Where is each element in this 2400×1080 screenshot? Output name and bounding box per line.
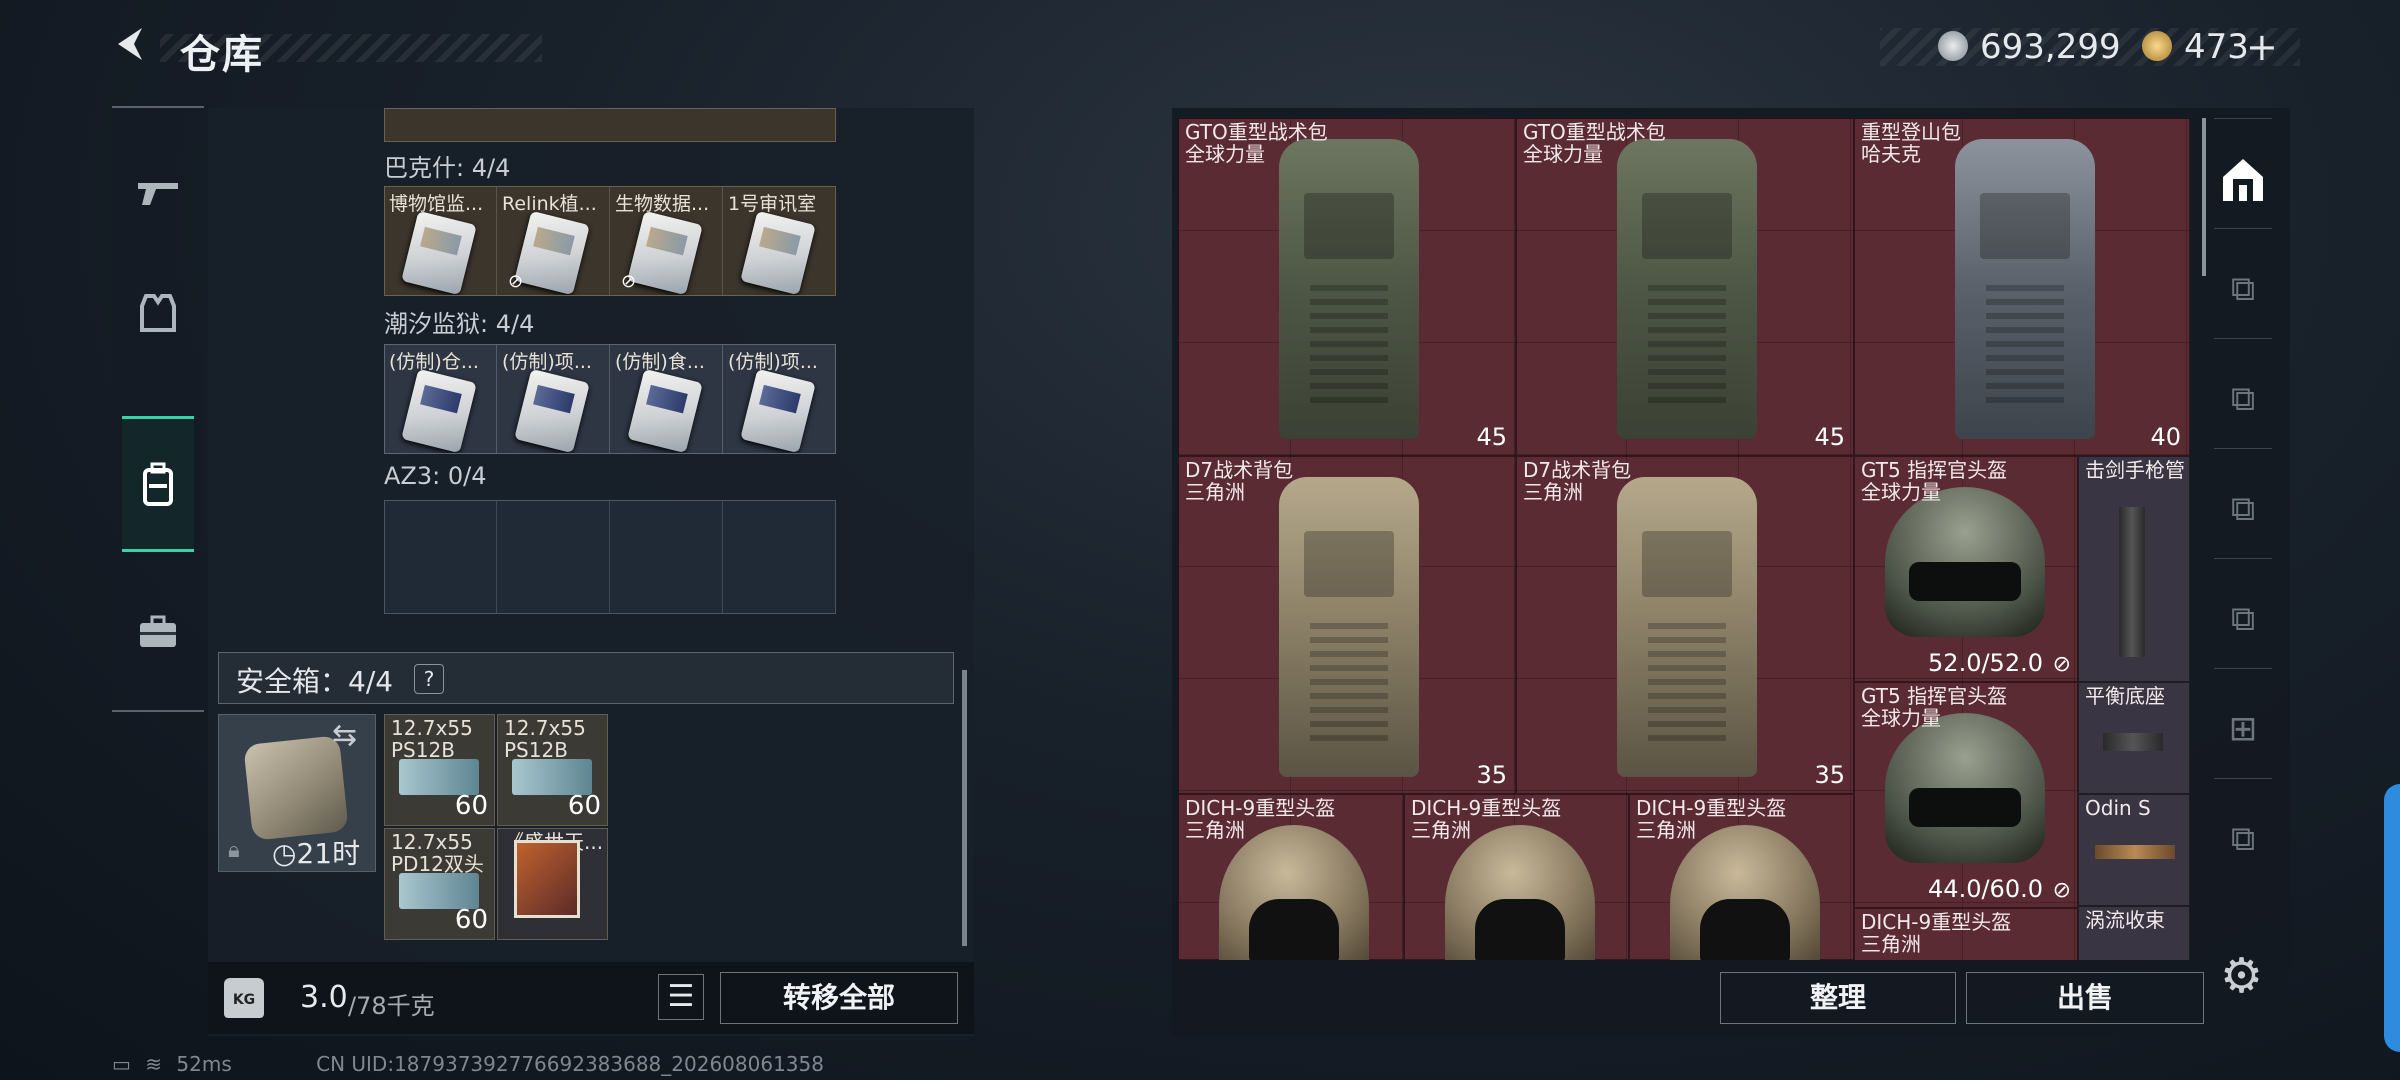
- scrollbar[interactable]: [962, 670, 967, 946]
- stash-item[interactable]: D7战术背包 三角洲 35: [1516, 456, 1854, 794]
- empty-slot[interactable]: [498, 501, 610, 613]
- lock-icon: 🔒︎: [228, 838, 240, 863]
- add-stash-icon[interactable]: ⊞: [2212, 698, 2274, 760]
- stash-grid: GTO重型战术包 全球力量 45 GTO重型战术包 全球力量 45 重型登山包 哈夫…: [1178, 118, 2190, 960]
- key-card[interactable]: 生物数据... ⊘: [611, 187, 723, 295]
- battery-icon: ▭: [112, 1052, 131, 1076]
- stash-tab-4-icon[interactable]: ⧉: [2212, 258, 2274, 320]
- stash-item[interactable]: GT5 指挥官头盔 全球力量 44.0/60.0 ⊘: [1854, 682, 2078, 908]
- key-card[interactable]: (仿制)仓...: [385, 345, 497, 453]
- currency-bar: 693,299 473 +: [1880, 28, 2300, 66]
- stash-tab-3-icon[interactable]: ⧉: [2212, 368, 2274, 430]
- key-row-bakesh: 博物馆监... Relink植... ⊘ 生物数据... ⊘ 1号审讯室: [384, 186, 836, 296]
- add-currency-button[interactable]: +: [2246, 28, 2278, 66]
- empty-slot[interactable]: [724, 501, 836, 613]
- key-card[interactable]: (仿制)项...: [498, 345, 610, 453]
- key-row-tidal-prison: (仿制)仓... (仿制)项... (仿制)食... (仿制)项...: [384, 344, 836, 454]
- stash-item[interactable]: DICH-9重型头盔 三角洲: [1854, 908, 2078, 960]
- empty-slot[interactable]: [385, 501, 497, 613]
- stash-item[interactable]: 击剑手枪管: [2078, 456, 2190, 682]
- wifi-icon: ≋: [145, 1052, 163, 1076]
- key-row-az3: [384, 500, 836, 614]
- stash-item[interactable]: DICH-9重型头盔 三角洲: [1178, 794, 1404, 960]
- stash-item[interactable]: GT5 指挥官头盔 全球力量 52.0/52.0 ⊘: [1854, 456, 2078, 682]
- silver-coin-icon: [1938, 31, 1968, 61]
- gold-amount: 473: [2184, 27, 2249, 67]
- category-nav: [112, 106, 204, 712]
- list-view-icon[interactable]: ☰: [658, 974, 704, 1020]
- key-card[interactable]: (仿制)项...: [724, 345, 836, 453]
- stash-item[interactable]: DICH-9重型头盔 三角洲: [1629, 794, 1854, 960]
- weapon-icon[interactable]: [124, 158, 192, 226]
- weight-icon: KG: [224, 978, 264, 1018]
- ammo-item[interactable]: 12.7x55 PS12B 60: [384, 714, 495, 826]
- empty-slot[interactable]: [611, 501, 723, 613]
- key-card[interactable]: 1号审讯室: [724, 187, 836, 295]
- edge-drawer-tab[interactable]: [2384, 784, 2400, 1052]
- section-label: 巴克什: 4/4: [384, 154, 511, 182]
- clock-icon: ◷: [272, 837, 297, 870]
- safe-box-timer: ◷21时: [272, 837, 361, 870]
- transfer-all-button[interactable]: 转移全部: [720, 972, 958, 1024]
- swap-icon[interactable]: ⇆: [332, 718, 357, 753]
- silver-amount: 693,299: [1980, 27, 2121, 67]
- unlinked-icon: ⊘: [2052, 652, 2071, 677]
- stash-item[interactable]: GTO重型战术包 全球力量 45: [1516, 118, 1854, 456]
- safe-box-label: 安全箱：4/4: [236, 665, 394, 698]
- stash-tab-1-icon[interactable]: ⧉: [2212, 588, 2274, 650]
- backpack-icon[interactable]: [122, 416, 194, 552]
- unlinked-icon: ⊘: [508, 271, 524, 292]
- ping-text: 52ms: [176, 1052, 232, 1076]
- stash-tab-2-icon[interactable]: ⧉: [2212, 478, 2274, 540]
- page-title: 仓库: [180, 32, 264, 78]
- settings-gear-icon[interactable]: ⚙: [2220, 948, 2263, 1004]
- ammo-item[interactable]: 12.7x55 PD12双头 60: [384, 828, 495, 940]
- back-arrow-icon[interactable]: [108, 24, 156, 72]
- stash-item[interactable]: 平衡底座: [2078, 682, 2190, 794]
- help-button[interactable]: ?: [414, 664, 444, 694]
- unlinked-icon: ⊘: [2052, 878, 2071, 903]
- stash-item[interactable]: D7战术背包 三角洲 35: [1178, 456, 1516, 794]
- unlinked-icon: ⊘: [621, 271, 637, 292]
- sell-button[interactable]: 出售: [1966, 972, 2204, 1024]
- weight-max: /78千克: [348, 992, 435, 1020]
- stash-item[interactable]: GTO重型战术包 全球力量 45: [1178, 118, 1516, 456]
- stash-item[interactable]: 重型登山包 哈夫克 40: [1854, 118, 2190, 456]
- gold-coin-icon: [2142, 31, 2172, 61]
- stash-item[interactable]: DICH-9重型头盔 三角洲: [1404, 794, 1629, 960]
- weight-current: 3.0: [300, 980, 348, 1015]
- section-label: AZ3: 0/4: [384, 462, 487, 490]
- briefcase-icon[interactable]: [124, 598, 192, 666]
- stash-home-icon[interactable]: [2212, 148, 2274, 210]
- stash-tabs: ⧉ ⧉ ⧉ ⧉ ⊞ ⧉: [2208, 118, 2278, 950]
- book-image: [514, 840, 580, 918]
- previous-key-row: [384, 108, 836, 142]
- status-bar: ▭ ≋ 52ms CN UID:187937392776692383688_20…: [112, 1052, 824, 1076]
- stash-item[interactable]: Odin S: [2078, 794, 2190, 906]
- key-card[interactable]: (仿制)食...: [611, 345, 723, 453]
- scrollbar[interactable]: [2202, 118, 2206, 276]
- key-card[interactable]: Relink植... ⊘: [498, 187, 610, 295]
- stash-tab-extra-icon[interactable]: ⧉: [2212, 808, 2274, 870]
- vest-icon[interactable]: [124, 278, 192, 346]
- ammo-item[interactable]: 12.7x55 PS12B 60: [497, 714, 608, 826]
- uid-text: CN UID:187937392776692383688_20260806135…: [316, 1052, 824, 1076]
- sort-button[interactable]: 整理: [1720, 972, 1956, 1024]
- key-card[interactable]: 博物馆监...: [385, 187, 497, 295]
- stash-item[interactable]: 涡流收束: [2078, 906, 2190, 960]
- section-label: 潮汐监狱: 4/4: [384, 310, 535, 338]
